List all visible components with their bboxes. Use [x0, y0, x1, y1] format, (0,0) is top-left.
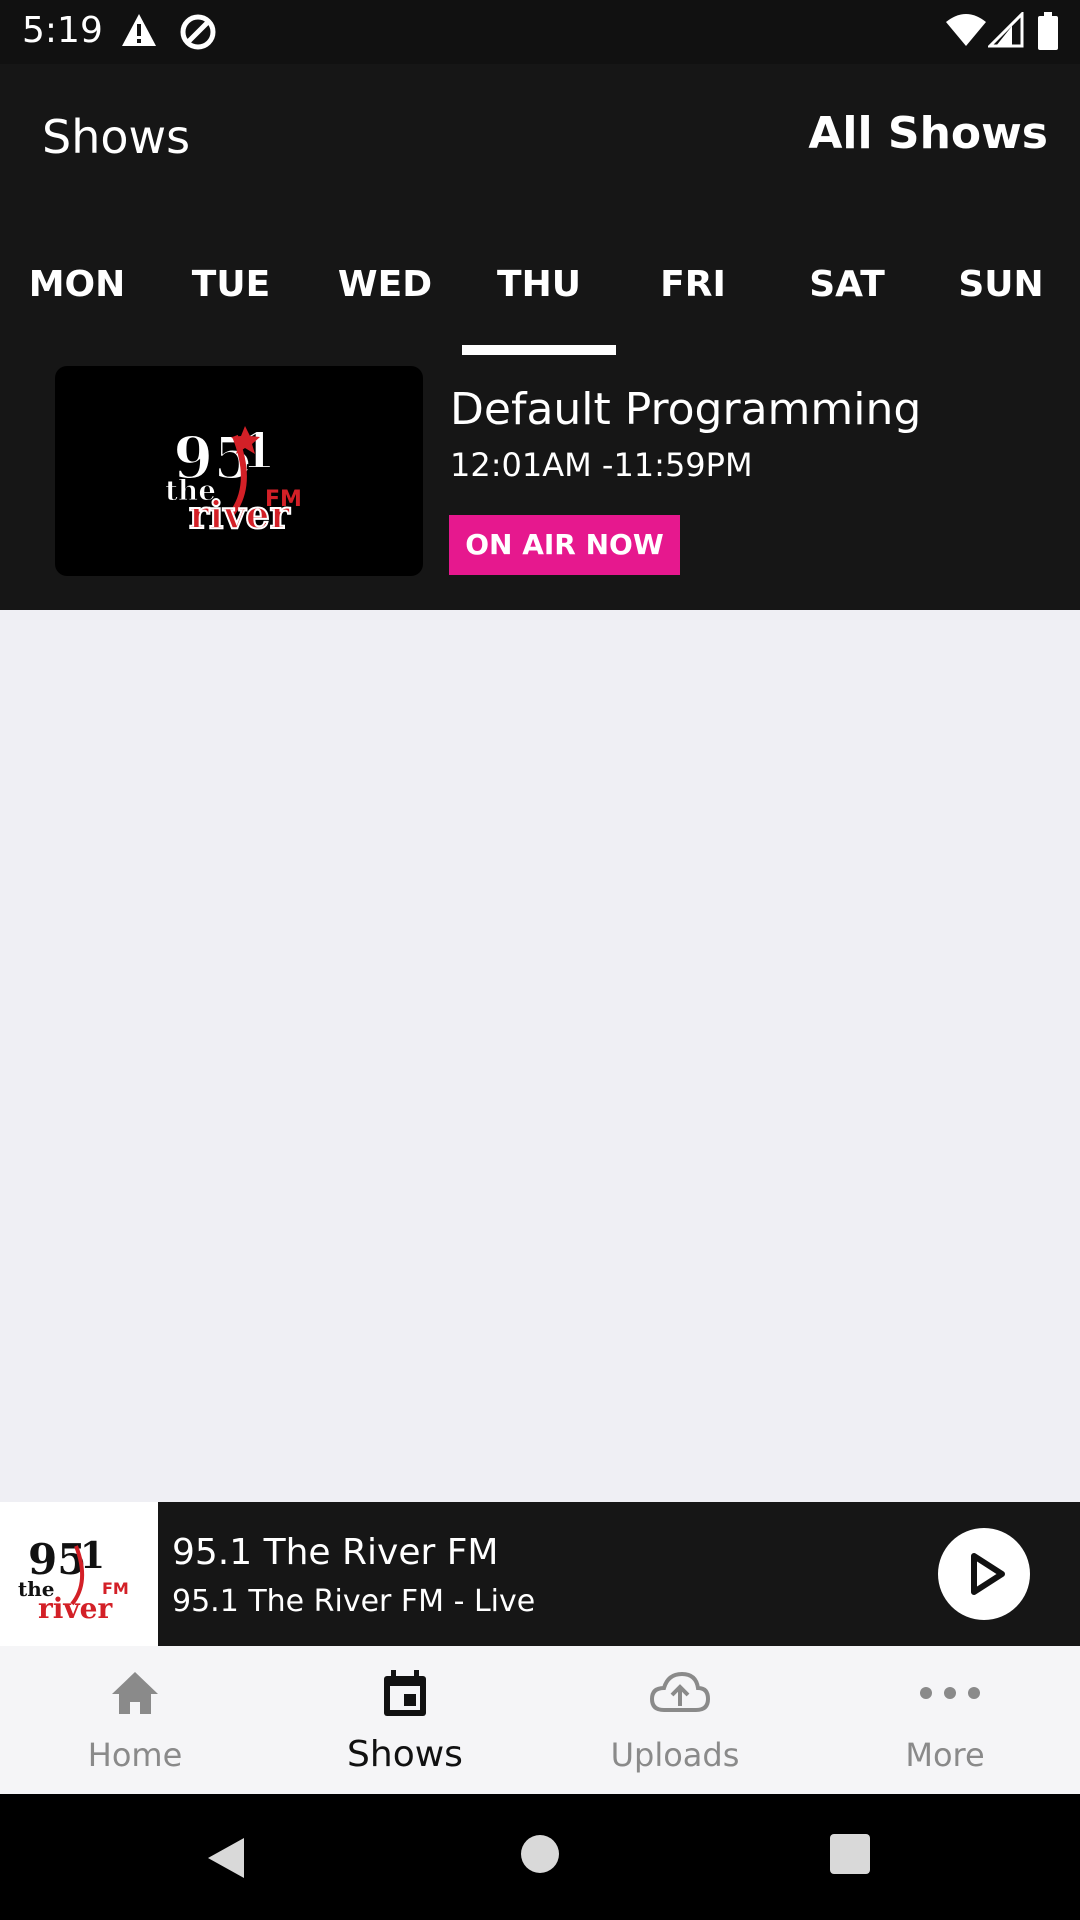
svg-text:river: river — [38, 1592, 113, 1625]
mini-player[interactable]: 95 1 FM the river 95.1 The River FM 95.1… — [0, 1502, 1080, 1646]
system-nav-bar — [0, 1794, 1080, 1920]
tab-mon[interactable]: MON — [0, 239, 154, 359]
page-title: Shows — [42, 110, 191, 164]
calendar-icon — [384, 1670, 426, 1716]
river-logo-image-small: 95 1 FM the river — [18, 1535, 129, 1625]
player-subtitle: 95.1 The River FM - Live — [172, 1584, 536, 1619]
play-button[interactable] — [938, 1528, 1030, 1620]
home-icon — [112, 1672, 158, 1714]
day-tabs: MON TUE WED THU FRI SAT SUN — [0, 239, 1080, 359]
wifi-icon — [944, 12, 988, 53]
app-header: Shows All Shows MON TUE WED THU FRI SAT … — [0, 64, 1080, 610]
tab-tue[interactable]: TUE — [154, 239, 308, 359]
bottom-nav: Home Shows Uploads More — [0, 1646, 1080, 1794]
nav-shows[interactable]: Shows — [270, 1646, 540, 1794]
status-bar: 5:19 — [0, 0, 1080, 64]
nav-home-label: Home — [87, 1736, 183, 1774]
more-icon — [920, 1687, 980, 1699]
tab-thu[interactable]: THU — [462, 239, 616, 359]
signal-icon — [986, 10, 1024, 53]
nav-home[interactable]: Home — [0, 1646, 270, 1794]
nav-shows-label: Shows — [347, 1734, 463, 1775]
nav-more[interactable]: More — [810, 1646, 1080, 1794]
warning-icon — [120, 12, 158, 53]
back-icon[interactable] — [204, 1834, 248, 1887]
on-air-badge: ON AIR NOW — [449, 515, 680, 575]
home-circle-icon[interactable] — [520, 1834, 560, 1879]
river-logo-image: 95 1 FM the river — [165, 420, 302, 538]
tab-wed[interactable]: WED — [308, 239, 462, 359]
show-time: 12:01AM -11:59PM — [450, 446, 753, 484]
nav-more-label: More — [905, 1736, 985, 1774]
tab-sun[interactable]: SUN — [924, 239, 1078, 359]
show-row[interactable]: 95 1 FM the river Default Programming 12… — [0, 366, 1080, 610]
recents-icon[interactable] — [830, 1834, 870, 1879]
tab-fri[interactable]: FRI — [616, 239, 770, 359]
tab-sat[interactable]: SAT — [770, 239, 924, 359]
svg-text:river: river — [189, 492, 291, 537]
battery-icon — [1038, 12, 1058, 55]
show-title: Default Programming — [450, 384, 922, 435]
play-icon — [971, 1553, 1005, 1595]
player-logo: 95 1 FM the river — [0, 1502, 158, 1646]
status-time: 5:19 — [22, 10, 103, 51]
nav-uploads[interactable]: Uploads — [540, 1646, 810, 1794]
player-title: 95.1 The River FM — [172, 1532, 499, 1573]
nav-uploads-label: Uploads — [610, 1736, 740, 1774]
all-shows-button[interactable]: All Shows — [808, 108, 1048, 159]
sync-icon — [178, 12, 218, 57]
show-logo: 95 1 FM the river — [55, 366, 423, 576]
cloud-upload-icon — [649, 1671, 711, 1712]
